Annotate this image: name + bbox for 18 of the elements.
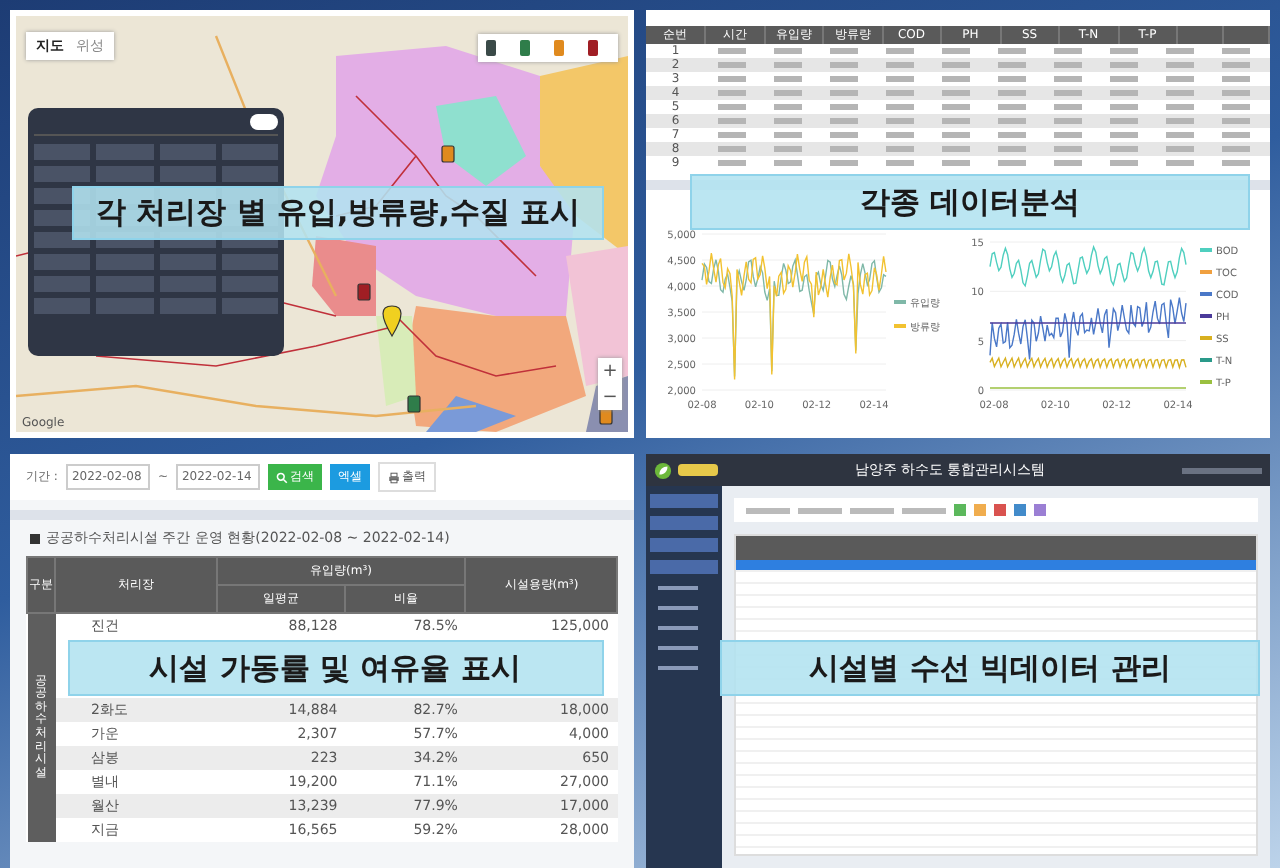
user-info-drawing <box>1182 467 1262 473</box>
logo-wordmark-drawing <box>678 464 718 476</box>
location-pin-icon[interactable] <box>382 305 402 337</box>
square-icon <box>30 533 40 543</box>
caption-banner: 시설 가동률 및 여유율 표시 <box>67 640 603 696</box>
column-header-blank <box>1177 26 1223 44</box>
search-icon <box>275 471 288 483</box>
marker-icon[interactable] <box>357 283 371 301</box>
caption-banner: 각종 데이터분석 <box>690 174 1250 230</box>
printer-icon <box>387 471 400 483</box>
zoom-button[interactable]: + <box>598 358 622 384</box>
marker-icon[interactable] <box>407 395 421 413</box>
leaf-logo-icon <box>654 461 672 479</box>
caption-banner: 각 처리장 별 유입,방류량,수질 표시 <box>72 186 604 240</box>
caption-banner: 시설별 수선 빅데이터 관리 <box>720 640 1260 696</box>
column-header-blank <box>1223 26 1269 44</box>
zoom-button[interactable]: − <box>598 384 622 410</box>
marker-icon[interactable] <box>441 145 455 163</box>
